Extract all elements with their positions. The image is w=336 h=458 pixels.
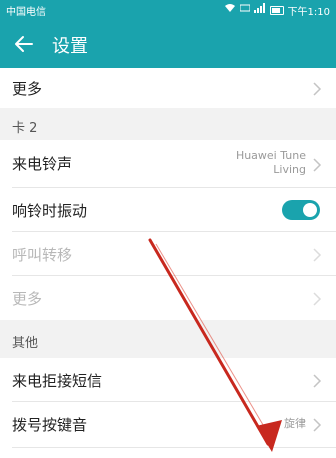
list-item-label: 响铃时振动 <box>12 202 88 220</box>
list-item-label: 拨号按键音 <box>12 416 88 434</box>
list-item-vibrate-on-ring: 响铃时振动 <box>0 188 336 232</box>
ringtone-value-line1: Huawei Tune <box>235 149 306 162</box>
app-bar: 设置 <box>0 20 336 68</box>
battery-icon <box>269 6 284 15</box>
page-title: 设置 <box>52 36 88 57</box>
list-item-label: 来电铃声 <box>12 155 73 173</box>
list-item-reject-sms[interactable]: 来电拒接短信 <box>0 358 336 402</box>
status-bar: 中国电信 下午1:10 <box>0 0 336 20</box>
list-item-label: 来电拒接短信 <box>12 372 103 390</box>
status-time: 下午1:10 <box>287 7 330 18</box>
back-arrow-icon[interactable] <box>12 30 36 58</box>
chevron-right-icon <box>312 291 322 306</box>
status-icons: 下午1:10 <box>224 3 330 18</box>
list-item-next-partial <box>0 448 336 458</box>
chevron-right-icon <box>312 417 322 432</box>
carrier-name: 中国电信 <box>6 7 46 18</box>
section-header-other: 其他 <box>0 320 336 358</box>
list-item-label: 更多 <box>12 80 43 98</box>
dialpad-tone-value: 旋律 <box>284 417 306 430</box>
list-item-label: 呼叫转移 <box>12 246 73 264</box>
section-title: 卡 2 <box>12 121 38 136</box>
wifi-icon <box>224 3 236 18</box>
hd-icon <box>239 3 251 18</box>
toggle-knob <box>303 203 317 217</box>
chevron-right-icon <box>312 157 322 172</box>
list-item-more-card1[interactable]: 更多 <box>0 68 336 108</box>
section-header-card2: 卡 2 <box>0 108 336 140</box>
chevron-right-icon <box>312 373 322 388</box>
list-item-dialpad-tone[interactable]: 拨号按键音 旋律 <box>0 402 336 448</box>
section-title: 其他 <box>12 336 39 351</box>
ringtone-value: Huawei Tune Living <box>236 149 306 177</box>
chevron-right-icon <box>312 247 322 262</box>
chevron-right-icon <box>312 81 322 96</box>
list-item-call-forwarding[interactable]: 呼叫转移 <box>0 232 336 276</box>
list-item-ringtone[interactable]: 来电铃声 Huawei Tune Living <box>0 140 336 188</box>
list-item-label: 更多 <box>12 290 43 308</box>
signal-icon <box>253 3 266 18</box>
ringtone-value-line2: Living <box>273 163 306 176</box>
list-item-more-card2[interactable]: 更多 <box>0 276 336 320</box>
vibrate-toggle[interactable] <box>282 200 320 220</box>
